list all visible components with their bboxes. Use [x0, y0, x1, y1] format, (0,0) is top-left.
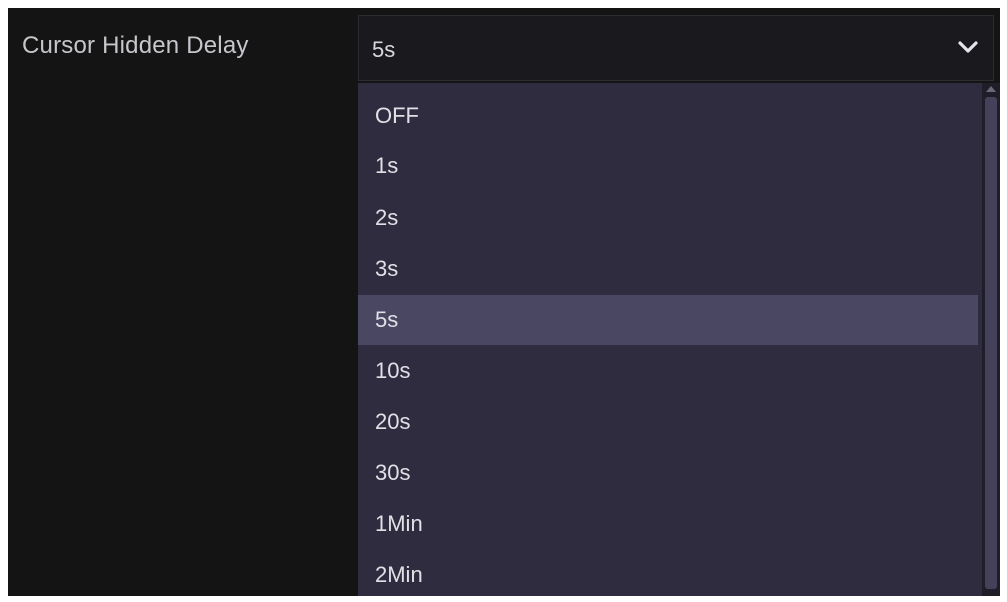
option-20s[interactable]: 20s — [358, 397, 978, 447]
option-3s[interactable]: 3s — [358, 244, 978, 294]
option-30s[interactable]: 30s — [358, 448, 978, 498]
option-off[interactable]: OFF — [358, 91, 978, 141]
option-10s[interactable]: 10s — [358, 346, 978, 396]
option-2min[interactable]: 2Min — [358, 550, 978, 596]
dropdown-list: OFF 1s 2s 3s 5s 10s 20s 30s 1Min 2Min — [358, 83, 982, 596]
cursor-hidden-delay-select[interactable]: 5s — [358, 15, 994, 81]
option-1min[interactable]: 1Min — [358, 499, 978, 549]
scrollbar-thumb[interactable] — [985, 97, 997, 589]
cursor-hidden-delay-label: Cursor Hidden Delay — [22, 32, 249, 59]
settings-panel: Cursor Hidden Delay 5s OFF 1s 2s 3s 5s 1… — [8, 8, 1000, 596]
option-1s[interactable]: 1s — [358, 141, 978, 191]
scroll-up-arrow-icon[interactable] — [986, 86, 996, 92]
dropdown-scrollbar[interactable] — [982, 83, 1000, 596]
option-2s[interactable]: 2s — [358, 193, 978, 243]
chevron-down-icon[interactable] — [957, 39, 979, 55]
select-current-value: 5s — [372, 37, 396, 62]
option-5s[interactable]: 5s — [358, 295, 978, 345]
